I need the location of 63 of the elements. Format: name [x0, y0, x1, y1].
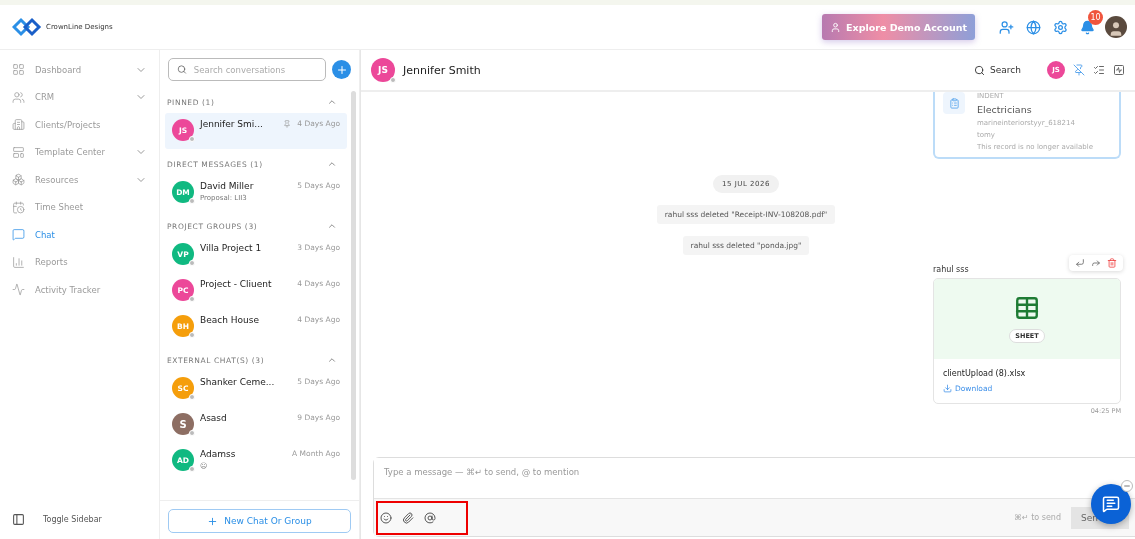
avatar: S [172, 413, 194, 435]
boxes-icon [12, 173, 25, 187]
panel-icon [12, 512, 25, 526]
nav-item[interactable]: Activity Tracker [0, 276, 159, 304]
chat-icon [12, 228, 25, 242]
notification-icon[interactable] [1080, 19, 1095, 35]
user-icon [830, 21, 842, 33]
building-icon [12, 118, 25, 132]
nav-item[interactable]: Clients/Projects [0, 111, 159, 139]
toggle-sidebar-button[interactable]: Toggle Sidebar [0, 499, 159, 539]
search-icon [177, 64, 187, 75]
unpin-icon[interactable] [1073, 64, 1085, 76]
reply-icon[interactable] [1075, 258, 1085, 268]
checklist-icon[interactable] [1093, 64, 1105, 76]
bar-chart-icon [12, 255, 25, 269]
collapse-toggle-icon[interactable] [327, 159, 337, 169]
globe-icon[interactable] [1026, 19, 1041, 35]
sender-name: rahul sss [933, 265, 970, 274]
add-button[interactable] [332, 60, 351, 79]
add-user-icon[interactable] [999, 19, 1014, 35]
nav-item[interactable]: Time Sheet [0, 193, 159, 221]
new-chat-button[interactable]: New Chat Or Group [168, 509, 351, 533]
message-composer[interactable]: Type a message — ⌘↵ to send, @ to mention ⌘↵ to send Sen [373, 457, 1135, 537]
chat-icon [1102, 495, 1120, 513]
emoji-icon[interactable] [380, 511, 392, 524]
collapse-toggle-icon[interactable] [327, 97, 337, 107]
search-icon [974, 64, 986, 76]
nav-item[interactable]: Template Center [0, 138, 159, 166]
search-field[interactable]: Search conversations [168, 58, 326, 81]
clipboard-icon [943, 92, 965, 114]
explore-demo-button[interactable]: Explore Demo Account [822, 14, 975, 40]
nav-item[interactable]: CRM [0, 83, 159, 111]
collapse-toggle-icon[interactable] [327, 355, 337, 365]
spreadsheet-icon [1014, 295, 1040, 321]
mention-icon[interactable] [424, 511, 436, 524]
nav-item[interactable]: Reports [0, 248, 159, 276]
nav-item[interactable]: Resources [0, 166, 159, 194]
settings-icon[interactable] [1053, 19, 1068, 35]
pulse-icon [12, 283, 25, 297]
search-button[interactable]: Search [968, 63, 1027, 77]
search-input[interactable]: Search conversations [191, 63, 317, 76]
record-title: Electricians [977, 104, 1033, 115]
download-icon [943, 384, 952, 393]
collapse-toggle-icon[interactable] [327, 221, 337, 231]
nav-item[interactable]: Dashboard [0, 56, 159, 84]
logo-icon [12, 17, 42, 37]
plus-icon [207, 515, 219, 527]
user-avatar[interactable] [1105, 16, 1127, 38]
users-icon [12, 90, 25, 104]
contact-name: Jennifer Smith [403, 63, 482, 77]
contact-avatar: JS [371, 58, 395, 82]
send-hint: ⌘↵ to send [1013, 513, 1061, 522]
nav-item[interactable]: Chat [0, 221, 159, 249]
attach-icon[interactable] [402, 511, 414, 524]
grid-icon [12, 63, 25, 77]
calendar-clock-icon [12, 200, 25, 214]
forward-icon[interactable] [1091, 258, 1101, 268]
delete-icon[interactable] [1107, 258, 1117, 268]
file-name: clientUpload (8).xlsx [942, 368, 1027, 380]
notification-count: 10 [1088, 9, 1103, 25]
activity-icon[interactable] [1113, 64, 1125, 76]
template-icon [12, 145, 25, 159]
plus-icon [335, 63, 348, 76]
